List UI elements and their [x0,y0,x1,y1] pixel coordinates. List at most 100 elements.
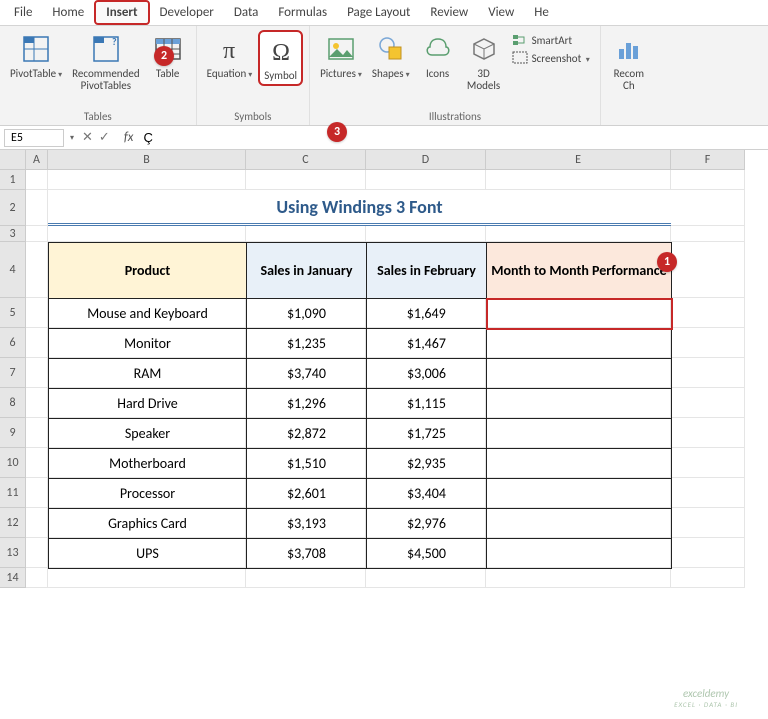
perf-cell[interactable] [487,359,672,389]
perf-cell[interactable] [487,299,672,329]
jan-cell[interactable]: $3,193 [247,509,367,539]
feb-cell[interactable]: $1,649 [367,299,487,329]
cell-A3[interactable] [26,226,48,242]
product-cell[interactable]: Motherboard [49,449,247,479]
cell-F7[interactable] [671,358,745,388]
col-header-D[interactable]: D [366,150,486,170]
menu-insert[interactable]: Insert [94,0,149,25]
perf-cell[interactable] [487,329,672,359]
row-header-10[interactable]: 10 [0,448,26,478]
row-header-13[interactable]: 13 [0,538,26,568]
cancel-formula-icon[interactable]: ✕ [82,130,93,145]
cell-C1[interactable] [246,170,366,190]
col-header-F[interactable]: F [671,150,745,170]
cell-A10[interactable] [26,448,48,478]
row-header-2[interactable]: 2 [0,190,26,226]
jan-cell[interactable]: $1,296 [247,389,367,419]
cell-B3[interactable] [48,226,246,242]
jan-header[interactable]: Sales in January [247,243,367,299]
cell-F3[interactable] [671,226,745,242]
cell-A12[interactable] [26,508,48,538]
product-cell[interactable]: Graphics Card [49,509,247,539]
product-cell[interactable]: Mouse and Keyboard [49,299,247,329]
perf-cell[interactable] [487,479,672,509]
cell-A13[interactable] [26,538,48,568]
select-all-corner[interactable] [0,150,26,170]
name-box[interactable]: E5 [4,129,64,147]
product-cell[interactable]: RAM [49,359,247,389]
cell-A4[interactable] [26,242,48,298]
row-header-7[interactable]: 7 [0,358,26,388]
3d-models-button[interactable]: 3D Models [462,30,506,94]
menu-view[interactable]: View [478,2,524,23]
cell-F6[interactable] [671,328,745,358]
feb-cell[interactable]: $2,976 [367,509,487,539]
cell-A7[interactable] [26,358,48,388]
cell-A14[interactable] [26,568,48,588]
cell-A11[interactable] [26,478,48,508]
formula-input[interactable] [139,128,768,147]
cell-E14[interactable] [486,568,671,588]
cell-B1[interactable] [48,170,246,190]
row-header-5[interactable]: 5 [0,298,26,328]
cell-C3[interactable] [246,226,366,242]
symbol-button[interactable]: Ω Symbol [258,30,303,86]
icons-button[interactable]: Icons [416,30,460,82]
product-cell[interactable]: Hard Drive [49,389,247,419]
cell-D1[interactable] [366,170,486,190]
cell-F13[interactable] [671,538,745,568]
recommended-charts-button[interactable]: Recom Ch [607,30,651,94]
pictures-button[interactable]: Pictures▾ [316,30,366,83]
col-header-E[interactable]: E [486,150,671,170]
row-header-1[interactable]: 1 [0,170,26,190]
recommended-pivottables-button[interactable]: ? Recommended PivotTables [68,30,143,94]
row-header-8[interactable]: 8 [0,388,26,418]
cell-A8[interactable] [26,388,48,418]
pivottable-button[interactable]: PivotTable▾ [6,30,66,83]
menu-page layout[interactable]: Page Layout [337,2,420,23]
cell-E1[interactable] [486,170,671,190]
perf-cell[interactable] [487,539,672,569]
cell-F10[interactable] [671,448,745,478]
product-cell[interactable]: Speaker [49,419,247,449]
col-header-A[interactable]: A [26,150,48,170]
col-header-B[interactable]: B [48,150,246,170]
equation-button[interactable]: π Equation▾ [203,30,257,83]
row-header-4[interactable]: 4 [0,242,26,298]
cell-A6[interactable] [26,328,48,358]
cell-F2[interactable] [671,190,745,226]
cell-F9[interactable] [671,418,745,448]
jan-cell[interactable]: $1,090 [247,299,367,329]
feb-cell[interactable]: $1,725 [367,419,487,449]
cell-F5[interactable] [671,298,745,328]
cell-D14[interactable] [366,568,486,588]
cell-F4[interactable] [671,242,745,298]
product-header[interactable]: Product [49,243,247,299]
cell-A9[interactable] [26,418,48,448]
menu-developer[interactable]: Developer [150,2,224,23]
jan-cell[interactable]: $1,235 [247,329,367,359]
perf-header[interactable]: Month to Month Performance [487,243,672,299]
perf-cell[interactable] [487,449,672,479]
cell-A2[interactable] [26,190,48,226]
product-cell[interactable]: Monitor [49,329,247,359]
smartart-button[interactable]: SmartArt [512,32,590,48]
jan-cell[interactable]: $2,872 [247,419,367,449]
confirm-formula-icon[interactable]: ✓ [99,130,110,145]
row-header-9[interactable]: 9 [0,418,26,448]
fx-label[interactable]: fx [118,130,140,145]
cell-D3[interactable] [366,226,486,242]
perf-cell[interactable] [487,419,672,449]
feb-cell[interactable]: $3,006 [367,359,487,389]
jan-cell[interactable]: $2,601 [247,479,367,509]
product-cell[interactable]: Processor [49,479,247,509]
cell-F12[interactable] [671,508,745,538]
cell-F1[interactable] [671,170,745,190]
product-cell[interactable]: UPS [49,539,247,569]
menu-file[interactable]: File [4,2,42,23]
feb-cell[interactable]: $1,467 [367,329,487,359]
cell-F8[interactable] [671,388,745,418]
perf-cell[interactable] [487,509,672,539]
cell-B14[interactable] [48,568,246,588]
feb-cell[interactable]: $3,404 [367,479,487,509]
